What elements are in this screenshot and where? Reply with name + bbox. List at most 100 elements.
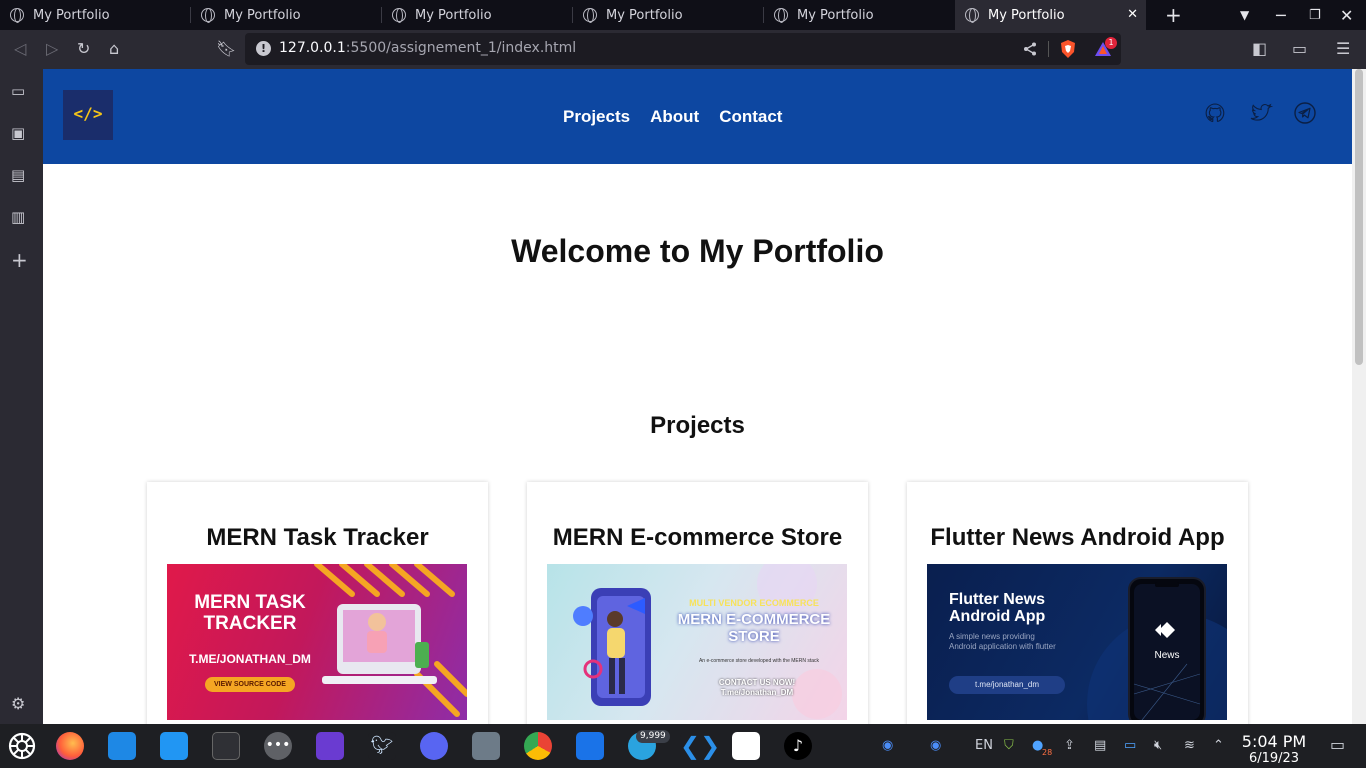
project-title: MERN Task Tracker	[206, 524, 429, 551]
bookmarks-icon[interactable]: ▤	[11, 166, 25, 184]
project-card[interactable]: Flutter News Android App Flutter News An…	[907, 482, 1248, 724]
image-title-line: TRACKER	[203, 613, 297, 634]
os-taskbar: ••• 🐦︎ 9,999 ❮❯ ♪ ◉ ◉ EN ⛉ ● 28 ⇪ ▤ ▭ 🔇︎…	[0, 724, 1366, 768]
project-card[interactable]: MERN E-commerce Store MULTI VENDOR ECOMM…	[527, 482, 868, 724]
project-card[interactable]: MERN Task Tracker MERN TASK TRACKER T.ME…	[147, 482, 488, 724]
add-sidebar-item-icon[interactable]: +	[11, 248, 28, 272]
project-title: MERN E-commerce Store	[552, 524, 843, 551]
store-icon[interactable]	[108, 732, 136, 760]
notifications-icon[interactable]: ▭	[1330, 735, 1345, 754]
reading-list-icon[interactable]: ▥	[11, 208, 25, 226]
browser-tab[interactable]: My Portfolio	[191, 0, 382, 30]
security-shield-icon[interactable]: ⛉	[1004, 738, 1014, 753]
clock-date: 6/19/23	[1248, 751, 1300, 766]
close-tab-icon[interactable]: ✕	[1127, 7, 1138, 22]
app-tray-icon[interactable]: ◉	[882, 738, 893, 753]
vscode-icon[interactable]: ❮❯	[680, 732, 720, 760]
wifi-icon[interactable]: ≋	[1184, 738, 1195, 753]
settings-app-icon[interactable]	[212, 732, 240, 760]
project-image[interactable]: MERN TASK TRACKER T.ME/JONATHAN_DM VIEW …	[167, 564, 467, 720]
proton-vpn-icon[interactable]	[732, 732, 760, 760]
tab-title: My Portfolio	[797, 7, 874, 23]
image-title-line: Flutter News	[949, 591, 1046, 608]
url-path: :5500/assignement_1/index.html	[345, 40, 577, 56]
project-image[interactable]: Flutter News Android App A simple news p…	[927, 564, 1227, 720]
new-tab-icon[interactable]: +	[1165, 0, 1182, 30]
nav-link-about[interactable]: About	[650, 107, 699, 127]
bird-app-icon[interactable]: 🐦︎	[368, 732, 396, 760]
github-icon[interactable]	[1203, 101, 1227, 125]
more-apps-icon[interactable]: •••	[264, 732, 292, 760]
chat-icon[interactable]: ▭	[1124, 738, 1136, 753]
forward-icon[interactable]: ▷	[46, 39, 58, 59]
tab-title: My Portfolio	[606, 7, 683, 23]
discord-icon[interactable]	[420, 732, 448, 760]
tab-list-chevron-icon[interactable]: ▼	[1240, 0, 1249, 30]
globe-icon	[392, 8, 406, 23]
site-header: </> Projects About Contact	[43, 69, 1352, 164]
address-bar[interactable]: ! 127.0.0.1:5500/assignement_1/index.htm…	[245, 33, 1121, 65]
site-info-icon[interactable]: !	[256, 41, 271, 56]
url-host: 127.0.0.1	[279, 40, 346, 56]
sidebar-toggle-icon[interactable]: ◧	[1252, 39, 1267, 59]
bookmark-icon[interactable]: 🔖︎	[216, 39, 236, 59]
site-logo[interactable]: </>	[63, 90, 113, 140]
settings-gear-icon[interactable]: ⚙	[11, 694, 25, 713]
tab-title: My Portfolio	[988, 7, 1065, 23]
wallet-icon[interactable]: ▭	[1292, 39, 1307, 59]
system-clock[interactable]: 5:04 PM 6/19/23	[1236, 732, 1312, 766]
scrollbar-thumb[interactable]	[1355, 69, 1363, 365]
image-title-line: MERN E-COMMERCE	[677, 611, 831, 628]
browser-sidebar: ▭ ▣ ▤ ▥ + ⚙	[0, 69, 43, 724]
video-call-icon[interactable]: ▭	[11, 82, 25, 100]
image-desc: An e-commerce store developed with the M…	[698, 658, 820, 664]
brave-shields-icon[interactable]	[1060, 40, 1076, 58]
tab-title: My Portfolio	[224, 7, 301, 23]
image-handle: t.me/jonathan_dm	[949, 676, 1065, 694]
nav-link-contact[interactable]: Contact	[719, 107, 782, 127]
decorative-links-graphic	[314, 564, 467, 717]
share-icon[interactable]	[1023, 42, 1037, 56]
language-indicator[interactable]: EN	[975, 738, 993, 753]
twitter-icon[interactable]	[1249, 101, 1273, 125]
globe-icon	[10, 8, 24, 23]
app-tray-icon[interactable]: ◉	[930, 738, 941, 753]
browser-tab[interactable]: My Portfolio	[382, 0, 573, 30]
firefox-icon[interactable]	[56, 732, 84, 760]
page-scrollbar[interactable]	[1352, 69, 1366, 724]
notification-badge: 1	[1105, 37, 1117, 49]
volume-muted-icon[interactable]: 🔇︎	[1154, 738, 1162, 753]
chrome-icon[interactable]	[524, 732, 552, 760]
image-title-line: Android App	[949, 608, 1046, 625]
clipboard-icon[interactable]: ▤	[1094, 738, 1106, 753]
menu-icon[interactable]: ☰	[1336, 39, 1350, 59]
minimize-icon[interactable]: ─	[1276, 0, 1286, 30]
tiktok-icon[interactable]: ♪	[784, 732, 812, 760]
telegram-icon[interactable]	[1293, 101, 1317, 125]
back-icon[interactable]: ◁	[14, 39, 26, 59]
start-menu-icon[interactable]	[8, 732, 36, 760]
globe-icon	[774, 8, 788, 23]
browser-tab[interactable]: My Portfolio	[0, 0, 191, 30]
files-icon[interactable]	[160, 732, 188, 760]
image-kicker: MULTI VENDOR ECOMMERCE	[689, 598, 819, 608]
updates-icon[interactable]: ⇪	[1064, 738, 1075, 753]
maximize-icon[interactable]: ❐	[1309, 0, 1321, 30]
nav-link-projects[interactable]: Projects	[563, 107, 630, 127]
close-window-icon[interactable]: ✕	[1340, 0, 1353, 30]
reload-icon[interactable]: ↻	[77, 39, 90, 59]
project-title: Flutter News Android App	[930, 524, 1225, 551]
browser-tab[interactable]: My Portfolio	[764, 0, 955, 30]
docs-icon[interactable]	[576, 732, 604, 760]
tray-expand-chevron-icon[interactable]: ⌃	[1213, 738, 1224, 753]
brave-nightly-icon[interactable]	[316, 732, 344, 760]
browser-tab-active[interactable]: My Portfolio ✕	[955, 0, 1146, 30]
browser-tab[interactable]: My Portfolio	[573, 0, 764, 30]
image-handle: T.me/Jonathan_DM	[720, 688, 794, 697]
screenshot-tool-icon[interactable]	[472, 732, 500, 760]
project-image[interactable]: MULTI VENDOR ECOMMERCE MERN E-COMMERCE S…	[547, 564, 847, 720]
telegram-unread-badge: 9,999	[636, 730, 670, 743]
url-text: 127.0.0.1:5500/assignement_1/index.html	[279, 40, 576, 56]
wallet-icon[interactable]: ▣	[11, 124, 25, 142]
home-icon[interactable]: ⌂	[109, 39, 119, 59]
